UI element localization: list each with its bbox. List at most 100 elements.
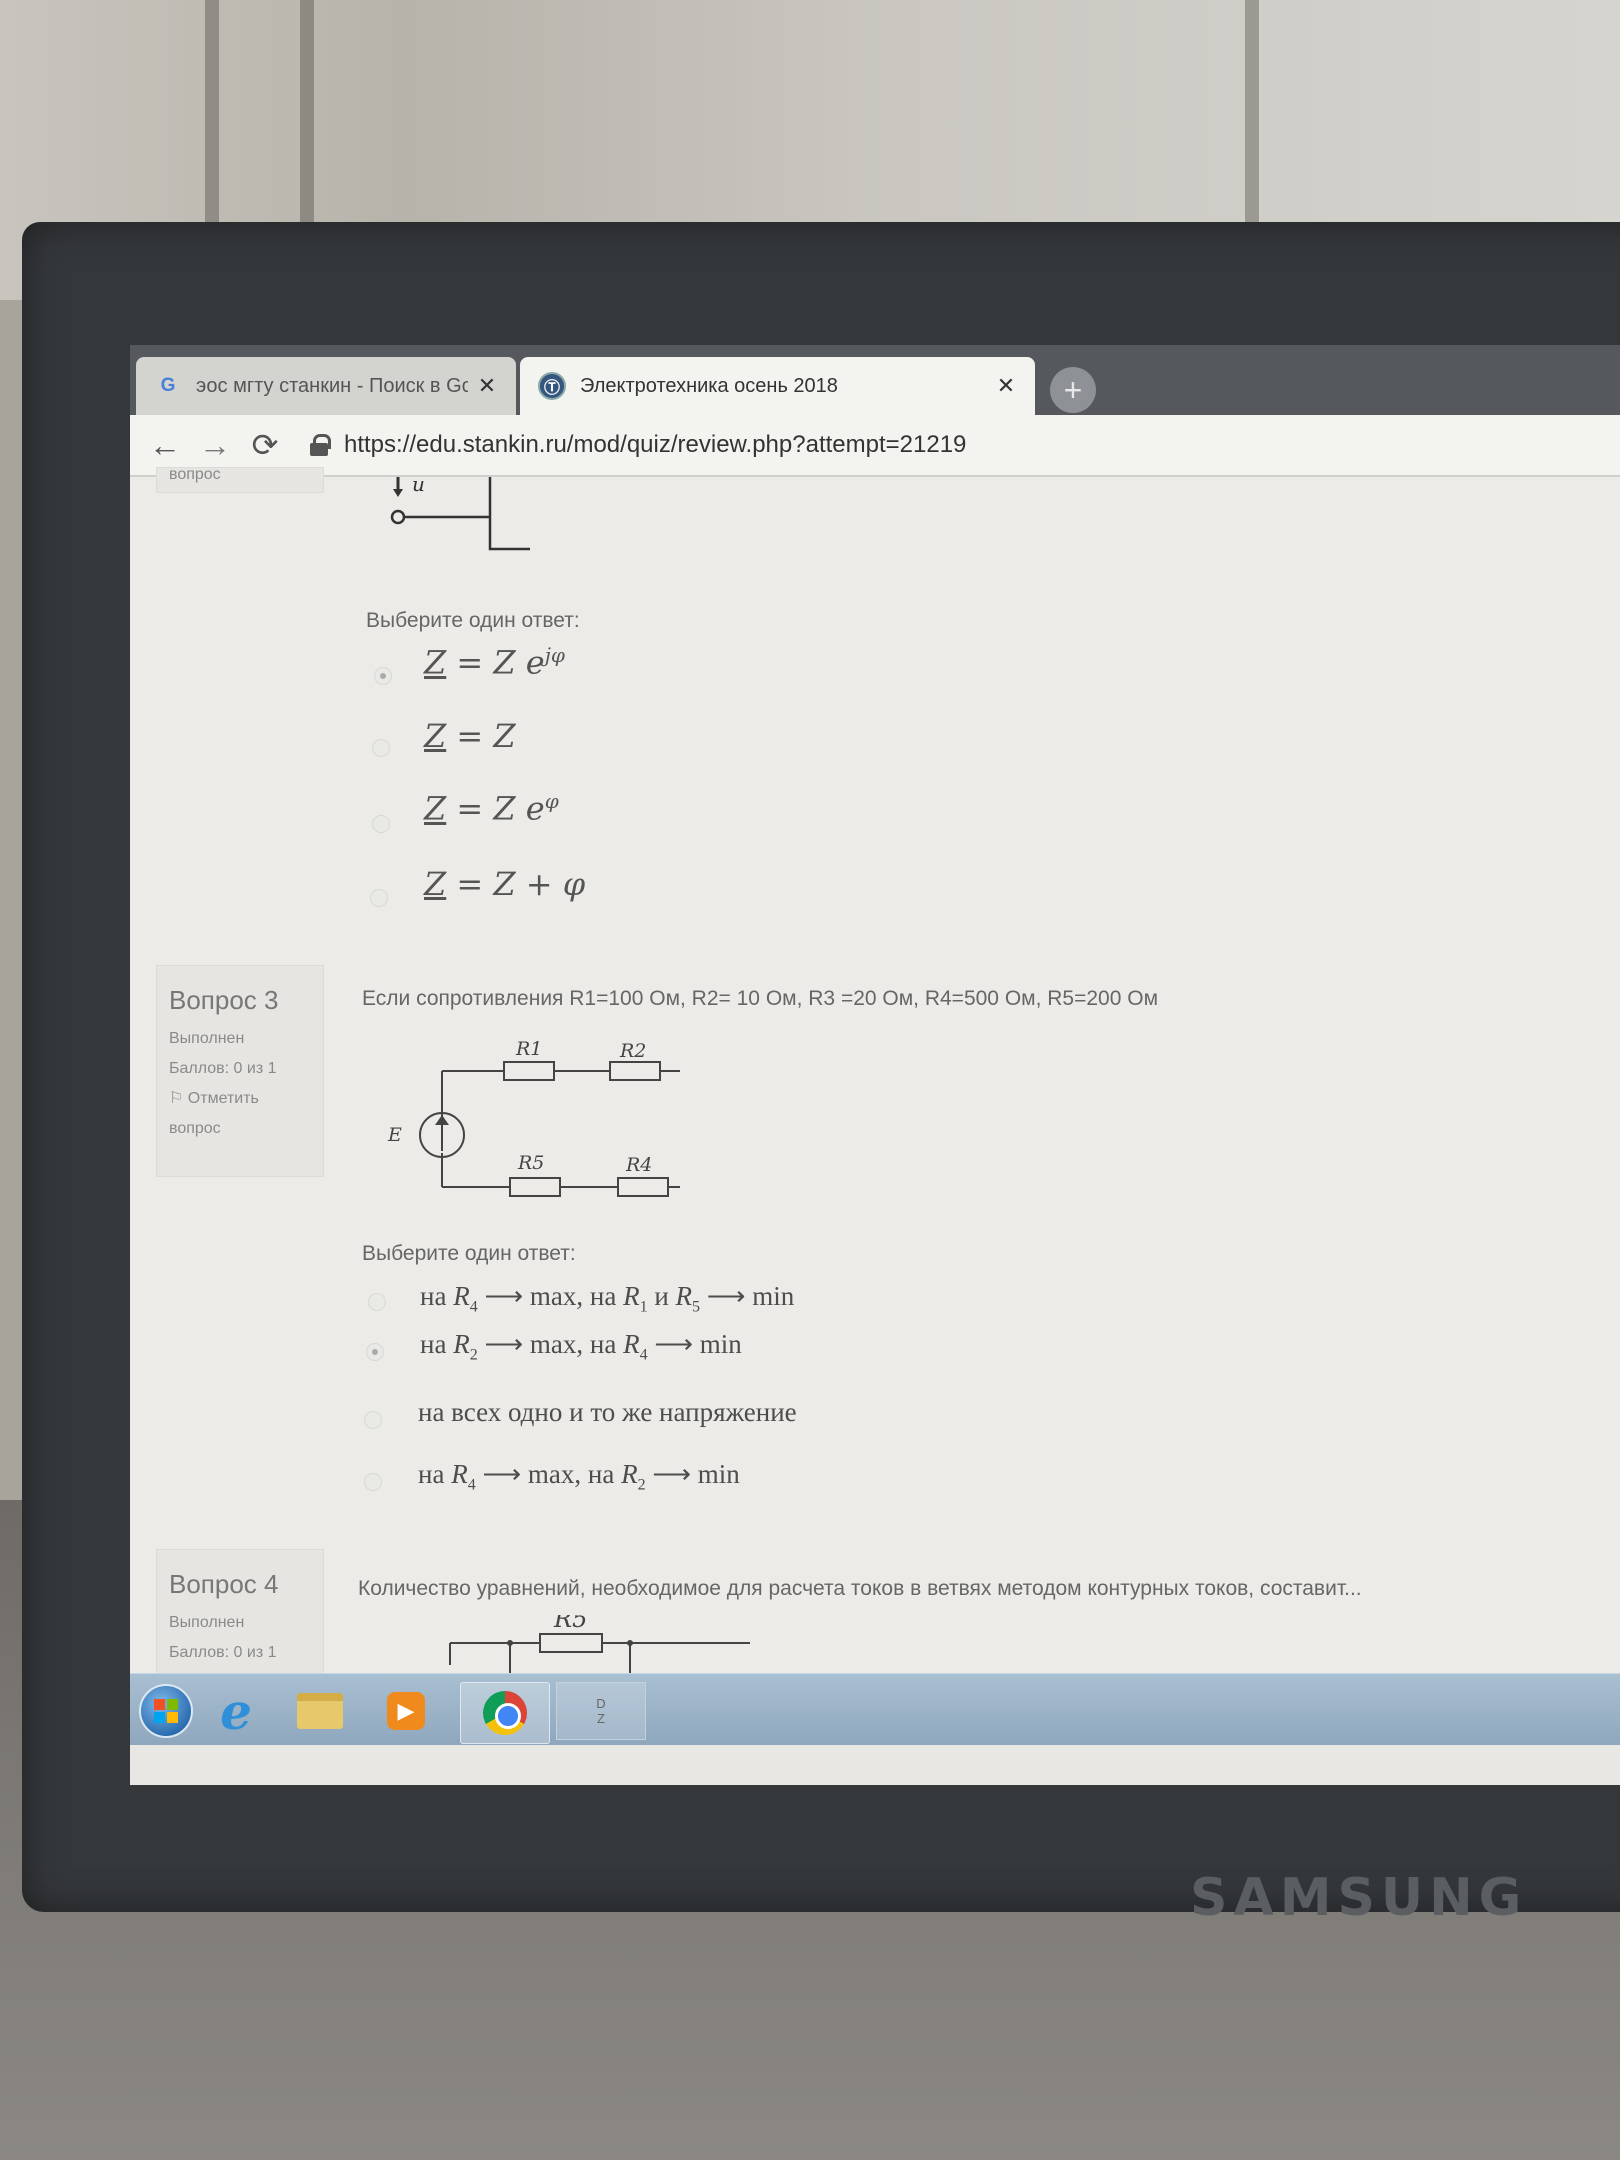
question-text-q4: Количество уравнений, необходимое для ра… [358, 1577, 1362, 1600]
radio-q3-option-4[interactable] [364, 1473, 382, 1491]
radio-q2-option-4[interactable] [370, 889, 388, 907]
quiz-page: вопрос u Z Выберите один ответ: Z = Z ej… [130, 467, 1620, 1717]
question-info-q2: вопрос [156, 467, 324, 493]
answer-q2-option-3[interactable]: Z = Z eφ [424, 789, 559, 828]
answer-q3-option-4[interactable]: на R4 ⟶ max, на R2 ⟶ min [418, 1459, 740, 1494]
site-favicon-icon: Ⓣ [538, 372, 566, 400]
forward-button[interactable]: → [190, 420, 240, 470]
radio-q3-option-2[interactable] [366, 1343, 384, 1361]
answer-subscript: 5 [692, 1298, 701, 1316]
resistor-r4 [617, 1177, 669, 1197]
close-icon[interactable]: ✕ [995, 373, 1017, 399]
reload-button[interactable]: ⟳ [240, 420, 290, 470]
radio-q2-option-1[interactable] [374, 667, 392, 685]
answer-text: ⟶ max, на [477, 1281, 624, 1311]
label-e: E [387, 1124, 402, 1146]
label-r1: R1 [515, 1038, 542, 1060]
chrome-taskbar-button[interactable] [460, 1682, 550, 1744]
answer-symbol: R [675, 1281, 693, 1311]
question-status: Выполнен [169, 1614, 245, 1631]
resistor-r2 [609, 1061, 661, 1081]
formula-rhs: = Z e [446, 643, 545, 682]
app-label-line1: D [596, 1696, 606, 1711]
taskbar-app-button[interactable]: D Z [556, 1682, 646, 1740]
start-button[interactable] [136, 1682, 196, 1740]
radio-q3-option-1[interactable] [368, 1293, 386, 1311]
circuit-diagram-q3: E R1 R2 R3 R4 R5 [387, 1038, 680, 1197]
question-info-q4: Вопрос 4 Выполнен Баллов: 0 из 1 [156, 1549, 324, 1689]
folder-icon [297, 1693, 343, 1729]
taskbar: e ▶ D Z [130, 1673, 1620, 1745]
file-explorer-button[interactable] [290, 1682, 350, 1740]
tab-electrotechnics[interactable]: Ⓣ Электротехника осень 2018 ✕ [520, 357, 1035, 415]
chrome-icon [483, 1691, 527, 1735]
answer-prompt-q3: Выберите один ответ: [362, 1242, 576, 1265]
voltage-label: u [412, 477, 425, 496]
question-number: Вопрос 4 [169, 1569, 279, 1599]
formula-rhs: = Z [446, 717, 516, 755]
label-r4: R4 [625, 1154, 652, 1176]
formula-rhs: = Z + φ [446, 865, 586, 903]
monitor-brand: SAMSUNG [1190, 1868, 1528, 1928]
internet-explorer-icon[interactable]: e [206, 1682, 266, 1741]
answer-q3-option-2[interactable]: на R2 ⟶ max, на R4 ⟶ min [420, 1329, 742, 1364]
formula-rhs: = Z e [446, 789, 545, 828]
close-icon[interactable]: ✕ [476, 373, 498, 399]
question-score: Баллов: 0 из 1 [169, 1060, 277, 1077]
tab-google-search[interactable]: G эос мгту станкин - Поиск в Google ✕ [136, 357, 516, 415]
question-score: Баллов: 0 из 1 [169, 1644, 277, 1661]
answer-q2-option-1[interactable]: Z = Z ejφ [424, 643, 565, 682]
new-tab-button[interactable]: + [1050, 367, 1096, 413]
answer-symbol: R [453, 1329, 470, 1359]
answer-symbol: R [623, 1281, 640, 1311]
radio-q2-option-3[interactable] [372, 815, 390, 833]
flag-question-link[interactable]: ⚐ Отметить [169, 1084, 311, 1114]
answer-text: и [647, 1281, 676, 1311]
lock-icon [310, 434, 331, 456]
impedance-box [488, 477, 530, 551]
terminal [390, 509, 406, 525]
radio-q3-option-3[interactable] [364, 1411, 382, 1429]
answer-q3-option-1[interactable]: на R4 ⟶ max, на R1 и R5 ⟶ min [420, 1281, 794, 1316]
answer-text: ⟶ min [647, 1329, 742, 1359]
answer-q2-option-2[interactable]: Z = Z [424, 717, 516, 755]
flag-icon: ⚐ [169, 1090, 184, 1107]
answer-text: на [420, 1329, 454, 1359]
circuit-diagram-q4: R5 E4 [449, 1615, 750, 1675]
label-r5: R5 [517, 1152, 544, 1174]
answer-subscript: 4 [467, 1476, 476, 1494]
media-player-icon: ▶ [387, 1692, 425, 1730]
tab-strip: G эос мгту станкин - Поиск в Google ✕ Ⓣ … [130, 345, 1620, 415]
answer-text: на [420, 1281, 454, 1311]
answer-prompt-q2: Выберите один ответ: [366, 609, 580, 632]
question-info-q3: Вопрос 3 Выполнен Баллов: 0 из 1 ⚐ Отмет… [156, 965, 324, 1177]
question-number: Вопрос 3 [169, 985, 279, 1015]
formula-lhs: Z [424, 789, 447, 828]
answer-text: ⟶ max, на [477, 1329, 624, 1359]
back-button[interactable]: ← [140, 420, 190, 470]
answer-text: ⟶ min [645, 1459, 740, 1489]
answer-text: на всех одно и то же напряжение [418, 1397, 797, 1427]
label-r5: R5 [553, 1615, 587, 1633]
answer-symbol: R [453, 1281, 470, 1311]
radio-q2-option-2[interactable] [372, 739, 390, 757]
address-bar[interactable]: https://edu.stankin.ru/mod/quiz/review.p… [344, 431, 966, 459]
formula-lhs: Z [424, 717, 447, 755]
answer-symbol: R [621, 1459, 638, 1489]
label-r2: R2 [619, 1040, 646, 1062]
resistor-r5 [539, 1633, 603, 1653]
answer-symbol: R [451, 1459, 468, 1489]
answer-q2-option-4[interactable]: Z = Z + φ [424, 865, 585, 903]
tab-label: эос мгту станкин - Поиск в Google [196, 374, 468, 397]
media-player-button[interactable]: ▶ [376, 1682, 436, 1740]
answer-q3-option-3[interactable]: на всех одно и то же напряжение [418, 1397, 797, 1428]
google-icon: G [160, 375, 176, 396]
answer-subscript: 1 [639, 1298, 648, 1316]
flag-label: вопрос [169, 466, 221, 483]
answer-text: ⟶ max, на [475, 1459, 622, 1489]
answer-text: на [418, 1459, 452, 1489]
app-label-line2: Z [597, 1711, 605, 1726]
resistor-r5 [509, 1177, 561, 1197]
diagram-impedance: u Z [390, 477, 530, 551]
flag-label-line2: вопрос [169, 1120, 221, 1137]
